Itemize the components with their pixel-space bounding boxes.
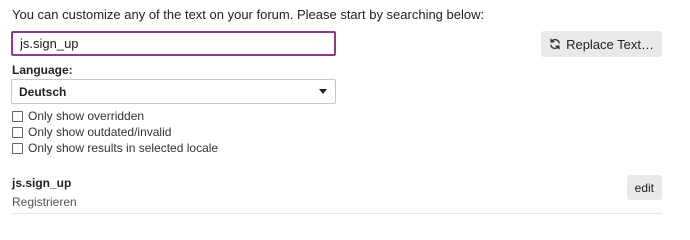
- replace-text-label: Replace Text…: [566, 36, 654, 52]
- language-select[interactable]: Deutsch: [11, 79, 336, 104]
- result-value: Registrieren: [12, 195, 77, 209]
- filter-selected-locale-label: Only show results in selected locale: [28, 141, 219, 155]
- sync-icon: [549, 38, 561, 50]
- outdated-checkbox[interactable]: [12, 126, 23, 138]
- edit-button[interactable]: edit: [626, 175, 662, 200]
- caret-down-icon: [319, 89, 327, 94]
- search-input[interactable]: [11, 31, 336, 56]
- selected-locale-checkbox[interactable]: [12, 142, 23, 154]
- filter-outdated-label: Only show outdated/invalid: [28, 125, 172, 139]
- result-divider: [12, 213, 662, 214]
- customize-text-page: You can customize any of the text on you…: [0, 0, 690, 225]
- replace-text-button[interactable]: Replace Text…: [541, 31, 662, 57]
- language-label: Language:: [12, 63, 73, 77]
- filter-overridden[interactable]: Only show overridden: [12, 109, 144, 123]
- overridden-checkbox[interactable]: [12, 110, 23, 122]
- filter-selected-locale[interactable]: Only show results in selected locale: [12, 141, 218, 155]
- language-selected-value: Deutsch: [19, 84, 67, 99]
- intro-text: You can customize any of the text on you…: [12, 7, 485, 22]
- filter-outdated[interactable]: Only show outdated/invalid: [12, 125, 171, 139]
- filter-overridden-label: Only show overridden: [28, 109, 145, 123]
- result-key: js.sign_up: [12, 176, 72, 190]
